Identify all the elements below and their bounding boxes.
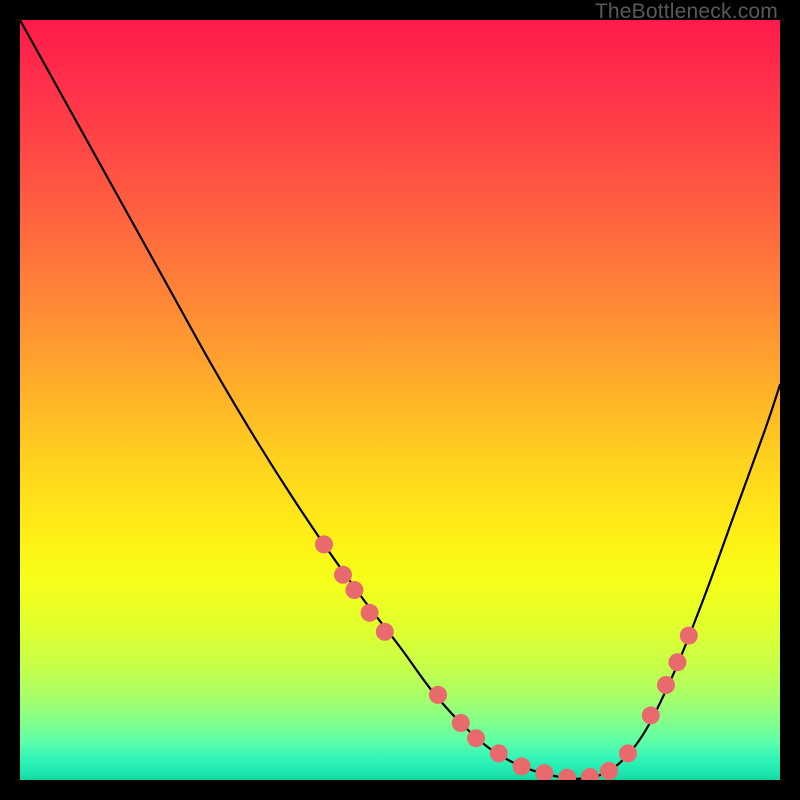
chart-svg [20,20,780,780]
marker-dot [490,744,508,762]
chart-frame: TheBottleneck.com [0,0,800,800]
marker-dot [361,604,379,622]
marker-dot [600,762,618,780]
marker-dot [581,768,599,780]
marker-dot [376,623,394,641]
marker-dot [558,769,576,780]
marker-dot [513,757,531,775]
plot-area [20,20,780,780]
marker-dot [668,653,686,671]
marker-dot [680,627,698,645]
marker-dot [619,744,637,762]
marker-dot [315,535,333,553]
marker-dot [345,581,363,599]
bottleneck-curve [20,20,780,779]
marker-dot [467,729,485,747]
marker-dot [429,686,447,704]
marker-dot [642,706,660,724]
marker-dot [334,566,352,584]
highlight-markers [315,535,698,780]
marker-dot [535,764,553,780]
marker-dot [657,676,675,694]
marker-dot [452,714,470,732]
